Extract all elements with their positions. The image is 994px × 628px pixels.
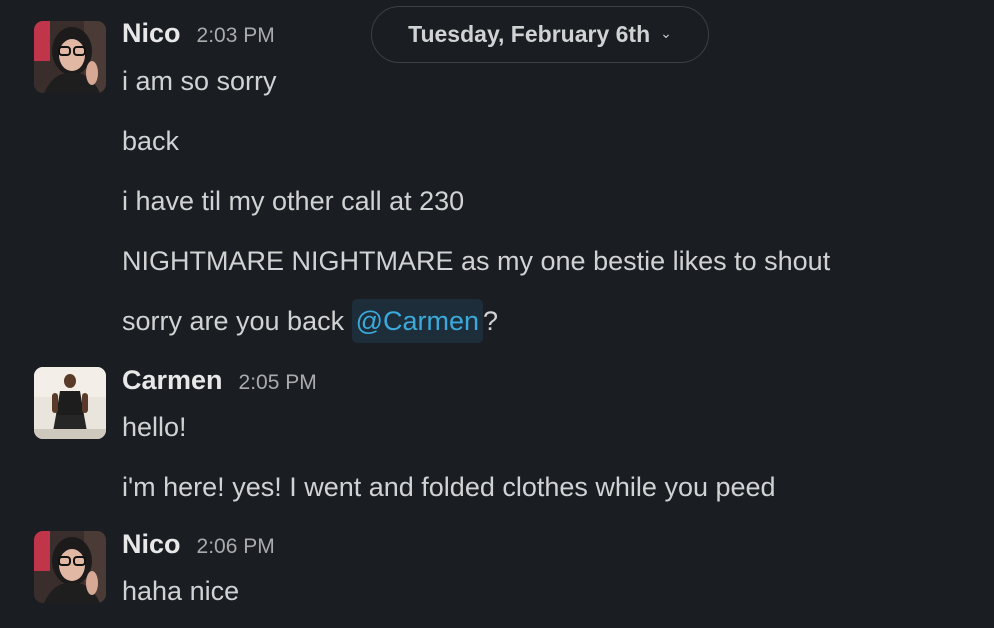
message-text: i am so sorry: [122, 66, 277, 96]
message-text: sorry are you back @Carmen?: [122, 299, 499, 343]
message-text: i'm here! yes! I went and folded clothes…: [122, 472, 776, 502]
message-text-part: ?: [483, 306, 499, 336]
message-header: Carmen 2:05 PM: [122, 365, 317, 396]
date-divider-button[interactable]: Tuesday, February 6th ⌄: [371, 6, 709, 63]
message-timestamp[interactable]: 2:06 PM: [197, 535, 275, 559]
sender-name[interactable]: Carmen: [122, 365, 223, 396]
avatar-nico[interactable]: [34, 21, 106, 93]
message-text-part: sorry are you back: [122, 306, 352, 336]
message-text: NIGHTMARE NIGHTMARE as my one bestie lik…: [122, 246, 831, 276]
avatar-carmen[interactable]: [34, 367, 106, 439]
sender-name[interactable]: Nico: [122, 529, 181, 560]
chevron-down-icon: ⌄: [660, 25, 672, 41]
message-text: back: [122, 126, 180, 156]
avatar-nico[interactable]: [34, 531, 106, 603]
date-divider-label: Tuesday, February 6th: [408, 21, 651, 47]
message-header: Nico 2:03 PM: [122, 18, 275, 49]
sender-name[interactable]: Nico: [122, 18, 181, 49]
message-timestamp[interactable]: 2:03 PM: [197, 24, 275, 48]
user-mention-link[interactable]: @Carmen: [351, 299, 484, 343]
message-text: haha nice: [122, 576, 240, 606]
message-header: Nico 2:06 PM: [122, 529, 275, 560]
message-text: i have til my other call at 230: [122, 186, 465, 216]
message-text: hello!: [122, 412, 187, 442]
message-timestamp[interactable]: 2:05 PM: [239, 371, 317, 395]
